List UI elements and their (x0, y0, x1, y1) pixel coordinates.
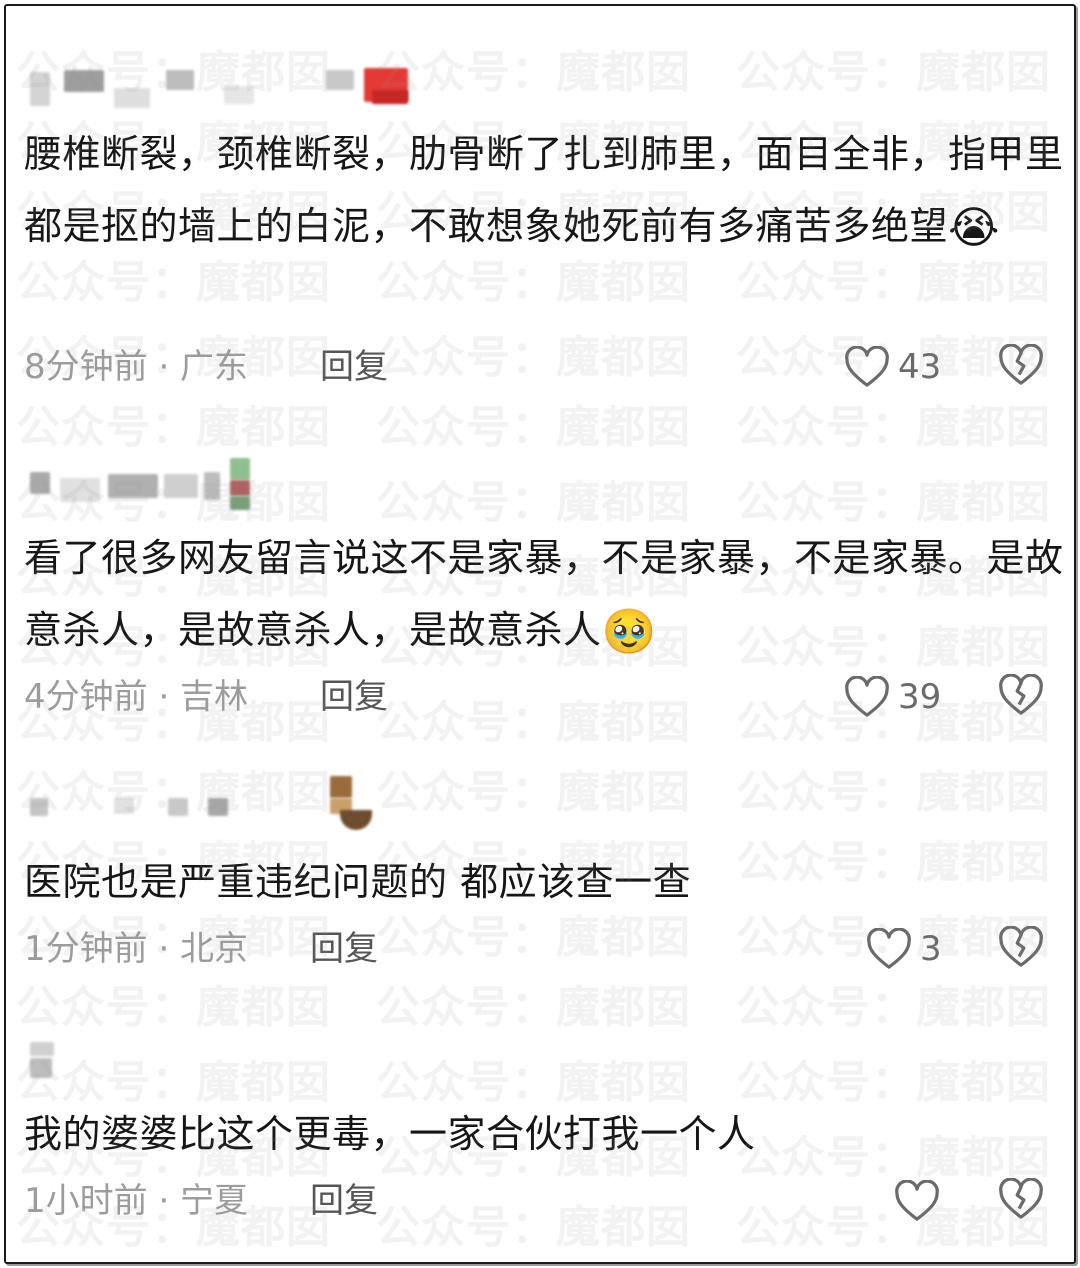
comment-time-location: 1小时前 · 宁夏 (24, 1181, 249, 1221)
comment-text: 看了很多网友留言说这不是家暴，不是家暴，不是家暴。是故意杀人，是故意杀人，是故意… (24, 522, 1064, 669)
comment-time-location: 8分钟前 · 广东 (24, 347, 249, 387)
like-count: 3 (920, 929, 942, 969)
loudly-crying-emoji-icon: 😭 (948, 202, 1000, 254)
heart-icon (844, 676, 890, 718)
like-button[interactable] (894, 1176, 948, 1226)
watermark-text: 公众号：魔都囡 公众号：魔都囡 公众号：魔都囡 (16, 982, 1051, 1033)
reply-button[interactable]: 回复 (310, 924, 378, 974)
comment-text: 我的婆婆比这个更毒，一家合伙打我一个人 (24, 1098, 1064, 1170)
comment-meta: 1小时前 · 宁夏 回复 (24, 1176, 1054, 1226)
reply-button[interactable]: 回复 (320, 342, 388, 392)
username-redacted[interactable] (24, 458, 444, 518)
comment-body: 看了很多网友留言说这不是家暴，不是家暴，不是家暴。是故意杀人，是故意杀人，是故意… (24, 536, 1064, 652)
heart-icon (844, 346, 890, 388)
like-button[interactable]: 3 (866, 924, 942, 974)
comment-body: 我的婆婆比这个更毒，一家合伙打我一个人 (24, 1112, 756, 1156)
broken-heart-icon[interactable] (998, 674, 1044, 716)
like-count: 39 (898, 677, 942, 717)
comment-body: 医院也是严重违纪问题的 都应该查一查 (24, 860, 692, 904)
comment-meta: 4分钟前 · 吉林 回复 39 (24, 672, 1054, 722)
comment-meta: 1分钟前 · 北京 回复 3 (24, 924, 1054, 974)
like-button[interactable]: 39 (844, 672, 941, 722)
comment-text: 腰椎断裂，颈椎断裂，肋骨断了扎到肺里，面目全非，指甲里都是抠的墙上的白泥，不敢想… (24, 118, 1064, 265)
broken-heart-icon[interactable] (998, 1178, 1044, 1220)
heart-icon (866, 928, 912, 970)
reply-button[interactable]: 回复 (320, 672, 388, 722)
broken-heart-icon[interactable] (998, 926, 1044, 968)
watermark-text: 公众号：魔都囡 公众号：魔都囡 公众号：魔都囡 (16, 402, 1051, 453)
comment-body: 腰椎断裂，颈椎断裂，肋骨断了扎到肺里，面目全非，指甲里都是抠的墙上的白泥，不敢想… (24, 132, 1064, 248)
comment-time-location: 1分钟前 · 北京 (24, 929, 249, 969)
comment-meta: 8分钟前 · 广东 回复 43 (24, 342, 1054, 392)
comment-time-location: 4分钟前 · 吉林 (24, 677, 249, 717)
pleading-face-emoji-icon: 🥹 (601, 606, 657, 658)
like-button[interactable]: 43 (844, 342, 941, 392)
comment-text: 医院也是严重违纪问题的 都应该查一查 (24, 846, 1064, 918)
username-redacted[interactable] (24, 776, 444, 836)
username-redacted[interactable] (24, 1038, 444, 1098)
heart-icon (894, 1180, 940, 1222)
like-count: 43 (898, 347, 942, 387)
reply-button[interactable]: 回复 (310, 1176, 378, 1226)
comment-list-panel: 腰椎断裂，颈椎断裂，肋骨断了扎到肺里，面目全非，指甲里都是抠的墙上的白泥，不敢想… (4, 4, 1076, 1264)
username-redacted[interactable] (24, 64, 444, 124)
broken-heart-icon[interactable] (998, 344, 1044, 386)
